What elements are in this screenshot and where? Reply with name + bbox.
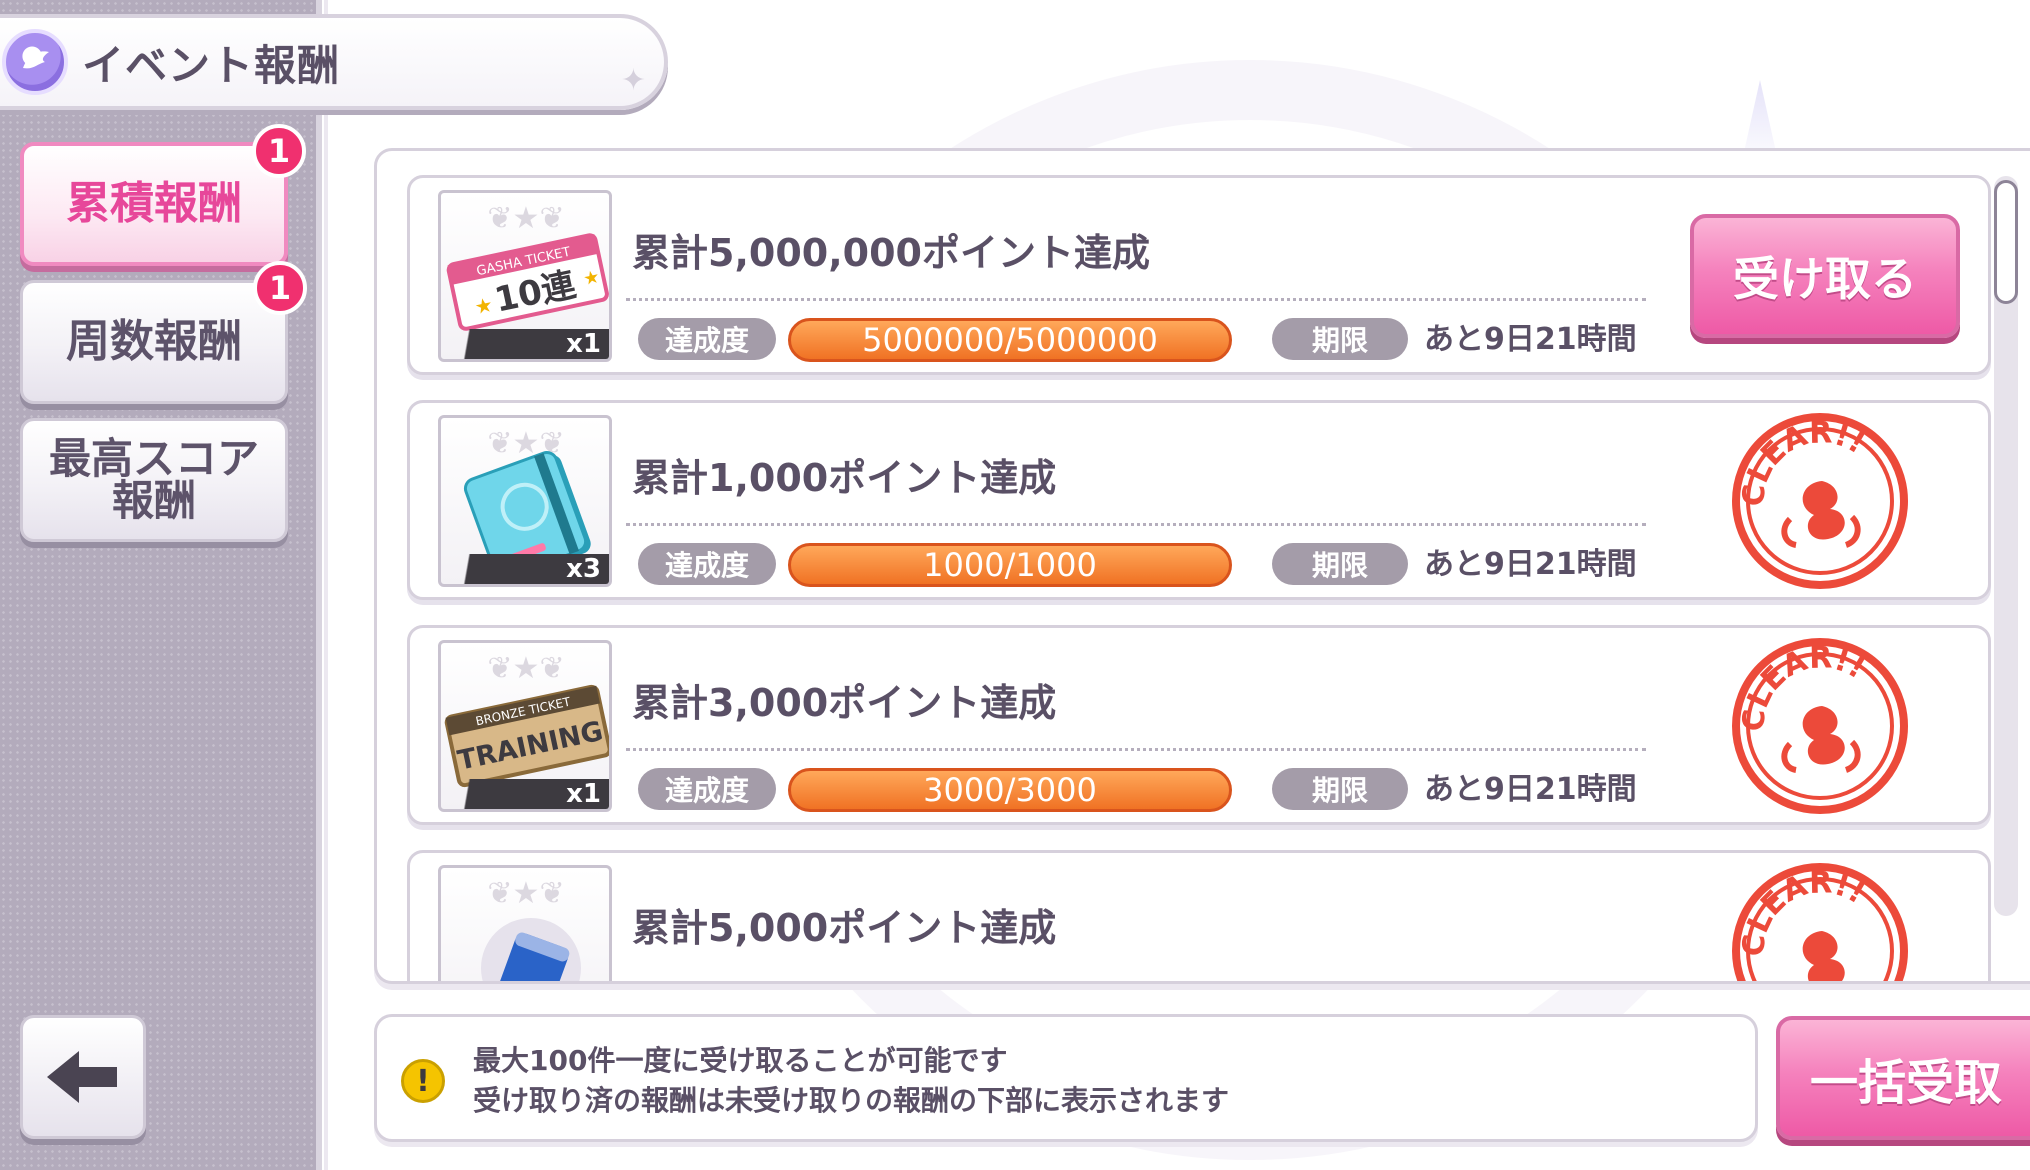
reward-list: ❦★❦ GASHA TICKET 10連 ★ ★ x1 累計5,000,000ポ… [407,175,1999,981]
reward-item-frame[interactable]: ❦★❦ x3 [438,415,612,587]
tab-high-score-rewards[interactable]: 最高スコア 報酬 [20,418,288,542]
tab-label: 累積報酬 [66,178,242,229]
progress-label: 達成度 [638,543,776,585]
scrollbar[interactable] [1994,176,2018,916]
back-button[interactable] [20,1015,146,1139]
reward-row: ❦★❦ 累計5,000ポイント達成 CLEAR!! [407,850,1991,981]
tab-label-line1: 最高スコア [48,434,259,483]
deadline-value: あと9日21時間 [1424,322,1637,357]
reward-row: ❦★❦ x3 累計1,000ポイント達成 達成度 1000/1000 期限 あと… [407,400,1991,600]
tab-label-line2: 報酬 [111,476,196,525]
deadline-value: あと9日21時間 [1424,772,1637,807]
notification-badge: 1 [253,261,307,315]
reward-item-frame[interactable]: ❦★❦ [438,865,612,981]
tab-lap-rewards[interactable]: 周数報酬 1 [20,261,307,404]
deadline-label: 期限 [1272,543,1408,585]
info-box: ! 最大100件一度に受け取ることが可能です 受け取り済の報酬は未受け取りの報酬… [374,1014,1758,1142]
scrollbar-thumb[interactable] [1994,180,2018,304]
reward-list-panel: ❦★❦ GASHA TICKET 10連 ★ ★ x1 累計5,000,000ポ… [374,148,2030,984]
progress-bar: 5000000/5000000 [788,318,1232,362]
progress-label: 達成度 [638,318,776,360]
clear-stamp-icon: CLEAR!! [1732,638,1908,814]
drink-can-icon [481,918,581,981]
sidebar: 累積報酬 1 周数報酬 1 最高スコア 報酬 [0,0,328,1170]
info-line-2: 受け取り済の報酬は未受け取りの報酬の下部に表示されます [473,1084,1230,1117]
item-quantity: x1 [566,779,601,809]
tab-cumulative-rewards[interactable]: 累積報酬 1 [20,124,306,266]
clear-stamp-icon: CLEAR!! [1732,863,1908,981]
clear-stamp-icon: CLEAR!! [1732,413,1908,589]
reward-title: 累計5,000,000ポイント達成 [632,231,1150,275]
reward-row: ❦★❦ GASHA TICKET 10連 ★ ★ x1 累計5,000,000ポ… [407,175,1991,375]
receive-button[interactable]: 受け取る [1690,214,1960,338]
info-line-1: 最大100件一度に受け取ることが可能です [473,1044,1008,1077]
exclamation-icon: ! [401,1059,445,1103]
sparkle-icon: ✦ [620,63,646,98]
dotted-divider [626,298,1646,301]
progress-label: 達成度 [638,768,776,810]
page-title: イベント報酬 [82,40,341,90]
reward-item-frame[interactable]: ❦★❦ BRONZE TICKET TRAINING x1 [438,640,612,812]
dotted-divider [626,748,1646,751]
page-header: イベント報酬 ✦ [0,14,668,110]
dotted-divider [626,523,1646,526]
deadline-value: あと9日21時間 [1424,547,1637,582]
progress-bar: 1000/1000 [788,543,1232,587]
back-arrow-icon [47,1051,117,1103]
deadline-label: 期限 [1272,768,1408,810]
item-quantity: x1 [566,329,601,359]
event-wing-icon [2,29,68,95]
reward-title: 累計3,000ポイント達成 [632,681,1057,725]
notification-badge: 1 [252,124,306,178]
reward-item-frame[interactable]: ❦★❦ GASHA TICKET 10連 ★ ★ x1 [438,190,612,362]
progress-bar: 3000/3000 [788,768,1232,812]
reward-title: 累計1,000ポイント達成 [632,456,1057,500]
reward-title: 累計5,000ポイント達成 [632,906,1057,950]
deadline-label: 期限 [1272,318,1408,360]
tab-label: 周数報酬 [66,316,242,367]
reward-row: ❦★❦ BRONZE TICKET TRAINING x1 累計3,000ポイン… [407,625,1991,825]
item-quantity: x3 [566,554,601,584]
bulk-receive-label: 一括受取 [1810,1055,2003,1111]
bulk-receive-button[interactable]: 一括受取 [1776,1016,2030,1140]
